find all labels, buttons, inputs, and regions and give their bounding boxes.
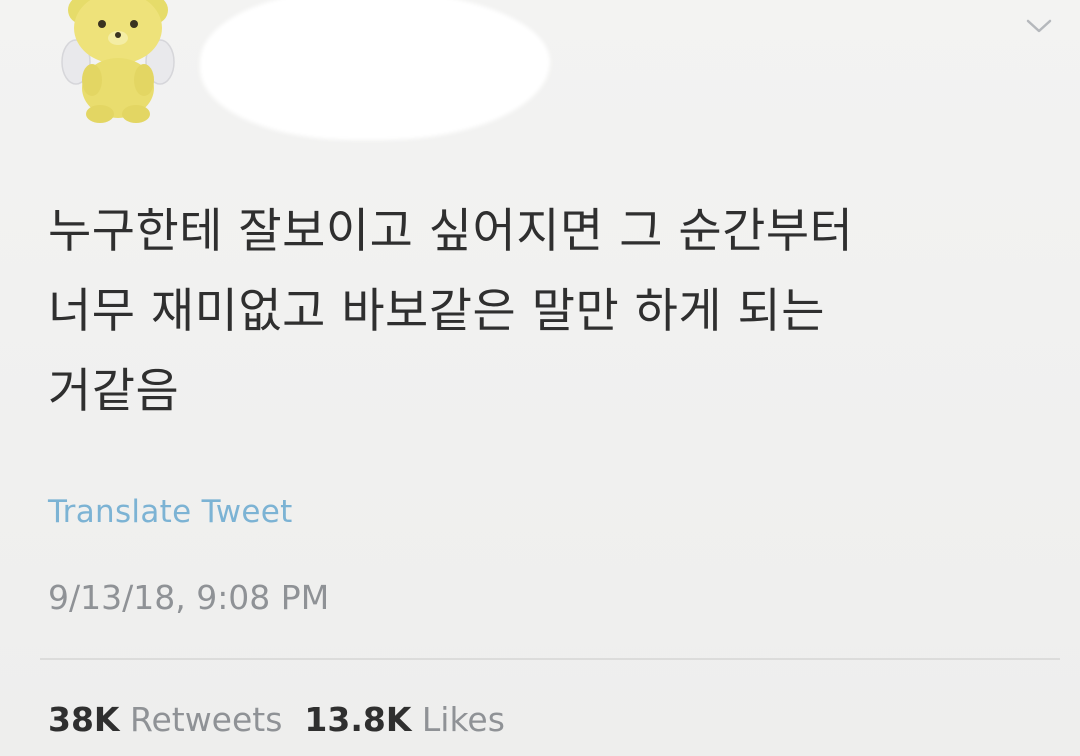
retweets-label: Retweets [130, 700, 283, 739]
tweet-timestamp[interactable]: 9/13/18, 9:08 PM [48, 578, 329, 617]
bear-avatar-icon [61, 0, 175, 123]
tweet-card: 누구한테 잘보이고 싶어지면 그 순간부터 너무 재미없고 바보같은 말만 하게… [0, 0, 1080, 756]
likes-stat[interactable]: 13.8K Likes [304, 700, 504, 739]
translate-tweet-link[interactable]: Translate Tweet [48, 494, 293, 530]
likes-label: Likes [421, 700, 505, 739]
tweet-text-line: 너무 재미없고 바보같은 말만 하게 되는 [48, 284, 826, 339]
tweet-stats: 38K Retweets 13.8K Likes [48, 700, 505, 739]
chevron-down-icon[interactable] [1024, 16, 1054, 36]
tweet-text-line: 거같음 [48, 364, 180, 419]
likes-count: 13.8K [304, 700, 412, 739]
redacted-username [200, 0, 550, 140]
retweets-count: 38K [48, 700, 120, 739]
avatar[interactable] [58, 0, 178, 124]
divider [40, 658, 1060, 660]
retweets-stat[interactable]: 38K Retweets [48, 700, 282, 739]
tweet-text: 누구한테 잘보이고 싶어지면 그 순간부터 너무 재미없고 바보같은 말만 하게… [48, 192, 1058, 432]
tweet-text-line: 누구한테 잘보이고 싶어지면 그 순간부터 [48, 204, 854, 259]
